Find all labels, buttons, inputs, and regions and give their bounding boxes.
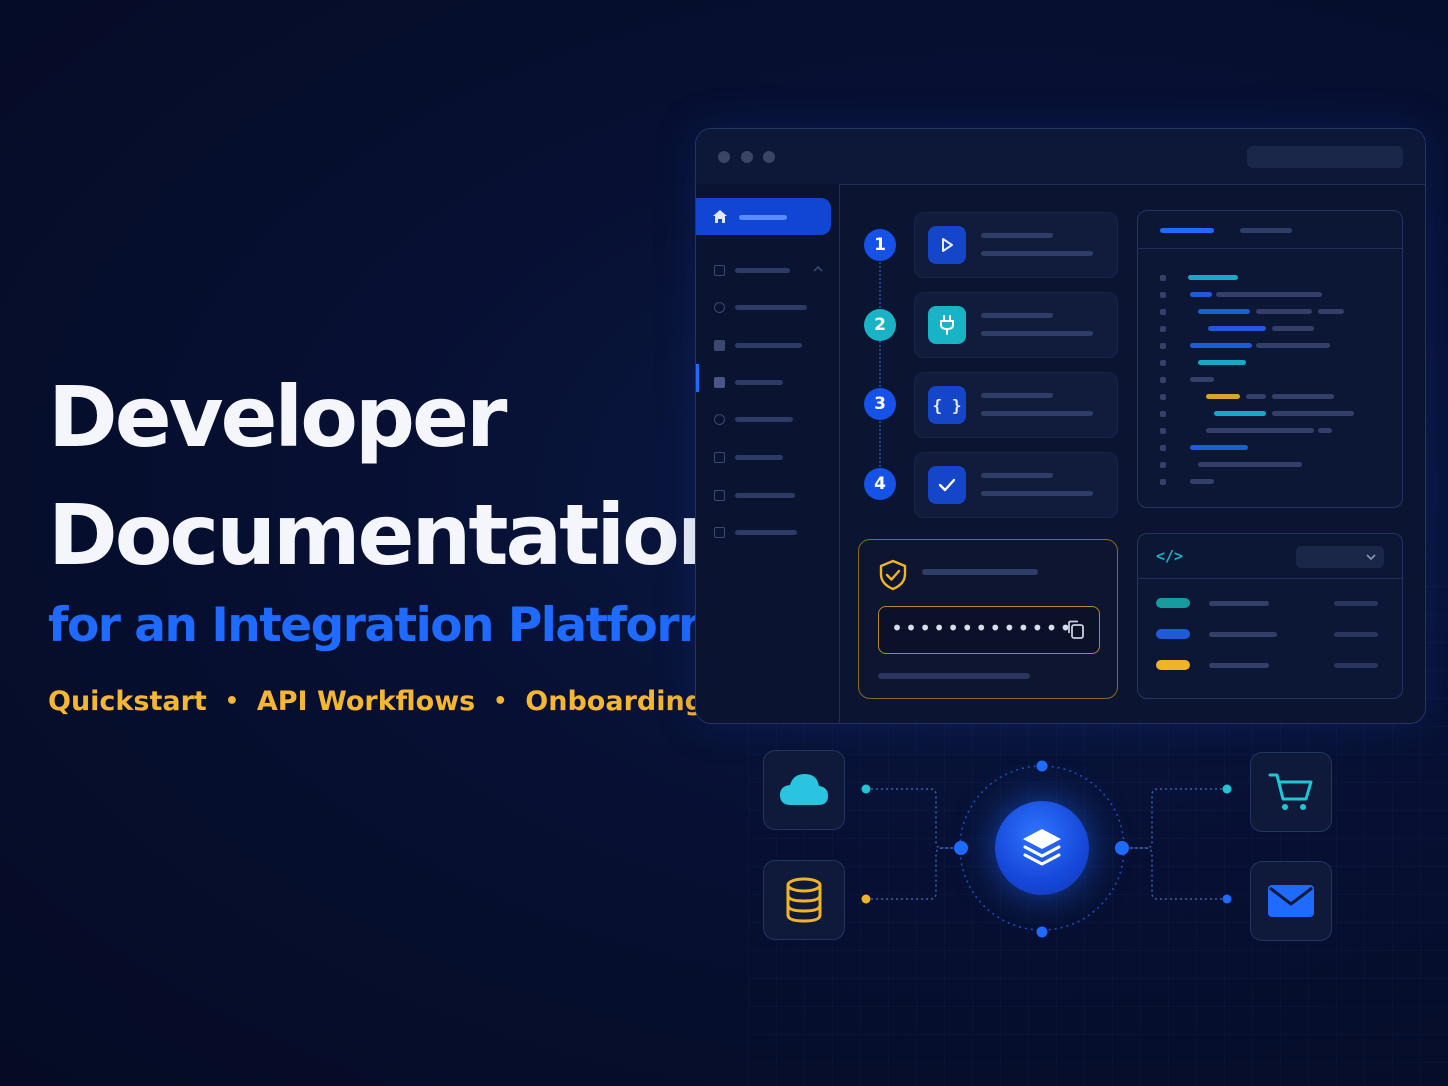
cart-icon xyxy=(1268,773,1313,810)
integration-commerce[interactable] xyxy=(1250,752,1332,832)
integration-cloud[interactable] xyxy=(763,750,845,830)
integration-hub[interactable] xyxy=(995,801,1089,895)
integration-connectors xyxy=(861,760,1232,938)
integration-database[interactable] xyxy=(763,860,845,940)
layers-icon xyxy=(1023,829,1061,866)
cloud-icon xyxy=(780,774,828,805)
integration-email[interactable] xyxy=(1250,861,1332,941)
mail-icon xyxy=(1268,885,1314,917)
database-icon xyxy=(786,877,822,923)
